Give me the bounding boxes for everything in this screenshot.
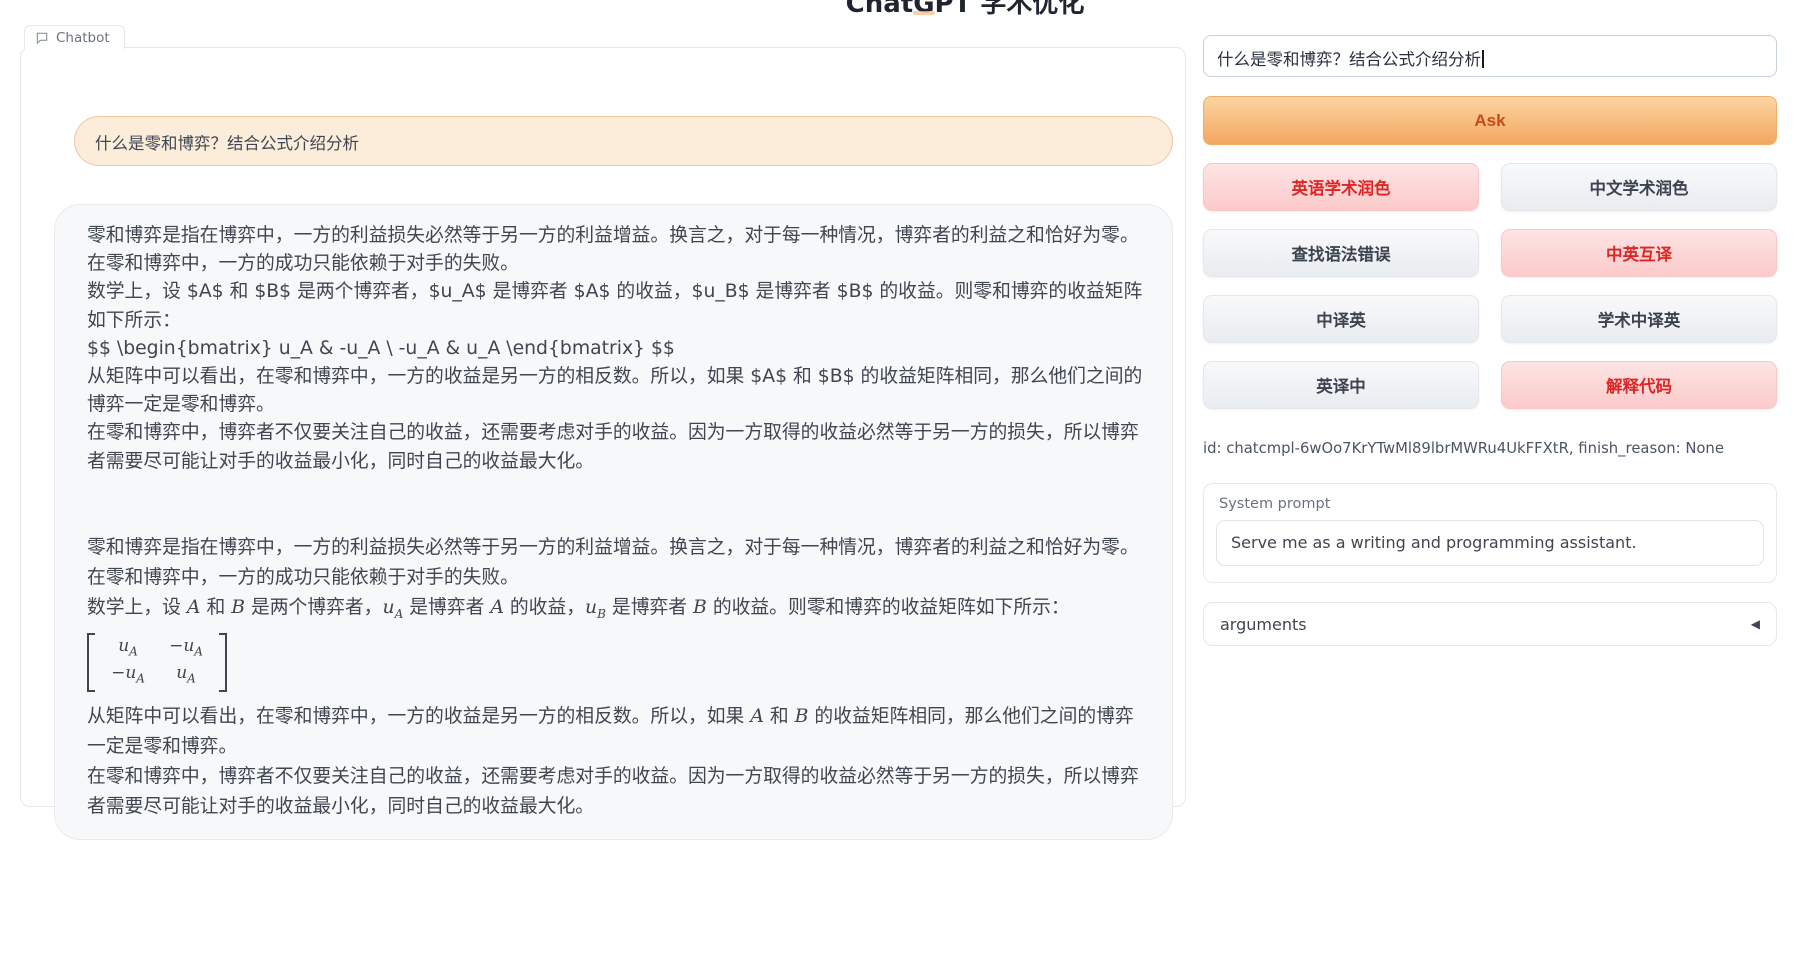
fn-button-en-to-zh[interactable]: 英译中 <box>1203 361 1479 409</box>
fn-button-zh-to-en[interactable]: 中译英 <box>1203 295 1479 343</box>
fn-button-explain-code[interactable]: 解释代码 <box>1501 361 1777 409</box>
fn-button-find-grammar-errors[interactable]: 查找语法错误 <box>1203 229 1479 277</box>
matrix-cell-12: −uA <box>167 637 205 661</box>
user-message-text: 什么是零和博弈？结合公式介绍分析 <box>95 134 359 153</box>
system-prompt-label: System prompt <box>1219 496 1764 512</box>
bot-rendered-paragraph-4: 在零和博弈中，博弈者不仅要关注自己的收益，还需要考虑对手的收益。因为一方取得的收… <box>87 762 1145 822</box>
function-button-grid: 英语学术润色 中文学术润色 查找语法错误 中英互译 中译英 学术中译英 英译中 … <box>1203 163 1777 409</box>
fn-button-chinese-academic-polish[interactable]: 中文学术润色 <box>1501 163 1777 211</box>
fn-button-english-academic-polish[interactable]: 英语学术润色 <box>1203 163 1479 211</box>
page-title: ChatGPT 学术优化 <box>465 0 1465 20</box>
bot-rendered-paragraph-1: 零和博弈是指在博弈中，一方的利益损失必然等于另一方的利益增益。换言之，对于每一种… <box>87 533 1145 593</box>
system-prompt-input[interactable]: Serve me as a writing and programming as… <box>1216 520 1764 566</box>
fn-button-academic-zh-to-en[interactable]: 学术中译英 <box>1501 295 1777 343</box>
payoff-matrix: uA −uA −uA uA <box>87 633 227 693</box>
arguments-accordion[interactable]: arguments ◀ <box>1203 602 1777 646</box>
matrix-right-bracket <box>219 633 227 693</box>
chat-bubble-icon <box>35 31 49 45</box>
text-caret <box>1482 50 1484 68</box>
bot-rendered-math-intro: 数学上，设 A 和 B 是两个博弈者，uA 是博弈者 A 的收益，uB 是博弈者… <box>87 593 1145 629</box>
matrix-cell-22: uA <box>167 664 205 688</box>
title-accent-fragment <box>913 11 935 15</box>
chatbot-label: Chatbot <box>56 30 110 46</box>
bot-rendered-block: 零和博弈是指在博弈中，一方的利益损失必然等于另一方的利益增益。换言之，对于每一种… <box>87 533 1145 823</box>
accordion-collapse-arrow-icon: ◀ <box>1751 617 1760 631</box>
ask-button[interactable]: Ask <box>1203 96 1777 145</box>
matrix-left-bracket <box>87 633 95 693</box>
bot-message-bubble: 零和博弈是指在博弈中，一方的利益损失必然等于另一方的利益增益。换言之，对于每一种… <box>54 204 1173 840</box>
user-message-bubble: 什么是零和博弈？结合公式介绍分析 <box>74 116 1173 166</box>
matrix-cell-11: uA <box>109 637 147 661</box>
chatbot-panel: 什么是零和博弈？结合公式介绍分析 零和博弈是指在博弈中，一方的利益损失必然等于另… <box>20 47 1186 807</box>
bot-rendered-paragraph-3: 从矩阵中可以看出，在零和博弈中，一方的收益是另一方的相反数。所以，如果 A 和 … <box>87 702 1145 762</box>
system-prompt-form: System prompt Serve me as a writing and … <box>1203 483 1777 583</box>
chatbot-label-tab: Chatbot <box>24 25 125 49</box>
matrix-cell-21: −uA <box>109 664 147 688</box>
completion-status-line: id: chatcmpl-6wOo7KrYTwMl89lbrMWRu4UkFFX… <box>1203 440 1724 457</box>
bot-raw-markdown: 零和博弈是指在博弈中，一方的利益损失必然等于另一方的利益增益。换言之，对于每一种… <box>87 222 1145 476</box>
arguments-accordion-label: arguments <box>1220 615 1307 634</box>
fn-button-zh-en-mutual-translate[interactable]: 中英互译 <box>1501 229 1777 277</box>
query-input[interactable]: 什么是零和博弈？结合公式介绍分析 <box>1203 35 1777 77</box>
